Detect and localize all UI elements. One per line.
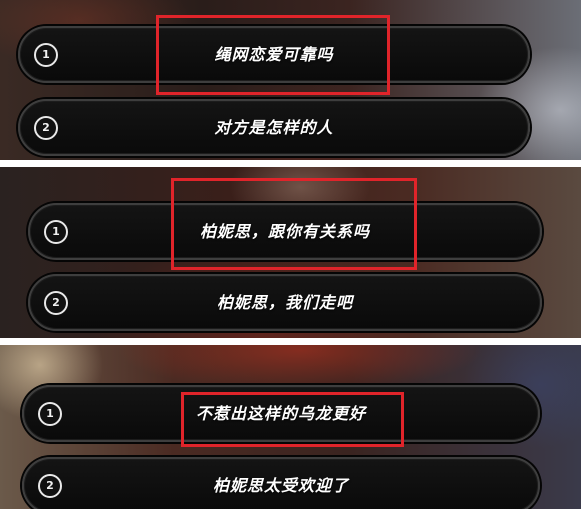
dialogue-panel-2: 1 柏妮思，跟你有关系吗 2 柏妮思，我们走吧 — [0, 167, 581, 338]
highlight-box — [156, 15, 390, 95]
option-text: 对方是怎样的人 — [214, 117, 334, 137]
dialogue-option-2[interactable]: 2 柏妮思，我们走吧 — [28, 274, 542, 331]
option-text: 柏妮思，我们走吧 — [216, 292, 353, 312]
dialogue-option-2[interactable]: 2 柏妮思太受欢迎了 — [22, 457, 540, 509]
highlight-box — [171, 178, 417, 270]
dialogue-option-2[interactable]: 2 对方是怎样的人 — [18, 99, 530, 156]
dialogue-panel-1: 1 绳网恋爱可靠吗 2 对方是怎样的人 — [0, 0, 581, 160]
option-text: 柏妮思太受欢迎了 — [212, 475, 349, 495]
dialogue-panel-3: 1 不惹出这样的乌龙更好 2 柏妮思太受欢迎了 — [0, 345, 581, 509]
highlight-box — [181, 392, 404, 447]
